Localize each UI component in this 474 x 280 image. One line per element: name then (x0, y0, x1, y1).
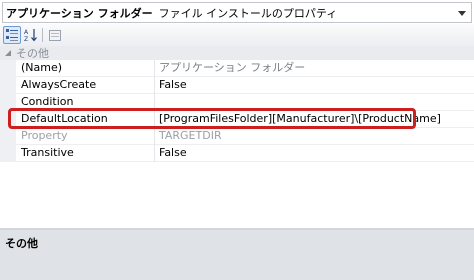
description-pane: その他 (0, 230, 474, 280)
column-divider[interactable] (154, 60, 155, 77)
property-value: TARGETDIR (159, 129, 222, 142)
property-value: アプリケーション フォルダー (159, 61, 306, 74)
row-gutter (0, 128, 16, 145)
toolbar-separator (42, 28, 43, 42)
property-row-condition[interactable]: Condition (0, 94, 474, 111)
column-divider[interactable] (154, 94, 155, 111)
collapse-triangle-icon[interactable] (0, 50, 16, 56)
row-gutter (0, 94, 16, 111)
property-row-transitive[interactable]: Transitive False (0, 145, 474, 162)
property-name: (Name) (21, 61, 63, 74)
property-row-defaultlocation[interactable]: DefaultLocation [ProgramFilesFolder][Man… (0, 111, 474, 128)
property-value: [ProgramFilesFolder][Manufacturer]\[Prod… (159, 112, 441, 125)
categorized-icon[interactable] (3, 26, 21, 44)
column-divider[interactable] (154, 111, 155, 128)
property-name: Property (21, 129, 68, 142)
object-selector[interactable]: アプリケーション フォルダー ファイル インストールのプロパティ (2, 2, 472, 23)
row-gutter (0, 111, 16, 128)
column-divider[interactable] (154, 145, 155, 162)
column-divider[interactable] (154, 128, 155, 145)
property-value: False (159, 146, 187, 159)
object-name: アプリケーション フォルダー (6, 6, 153, 20)
row-gutter (0, 77, 16, 94)
category-label: その他 (16, 47, 49, 60)
category-row[interactable]: その他 (0, 46, 474, 60)
description-title: その他 (5, 237, 38, 250)
chevron-down-icon[interactable] (457, 8, 467, 18)
column-divider[interactable] (154, 77, 155, 94)
property-row-name[interactable]: (Name) アプリケーション フォルダー (0, 60, 474, 77)
row-gutter (0, 145, 16, 162)
property-pages-icon[interactable] (46, 26, 64, 44)
property-name: AlwaysCreate (21, 78, 97, 91)
svg-text:A: A (24, 29, 29, 36)
object-type: ファイル インストールのプロパティ (158, 6, 338, 20)
property-name: DefaultLocation (21, 112, 108, 125)
property-row-alwayscreate[interactable]: AlwaysCreate False (0, 77, 474, 94)
property-row-property[interactable]: Property TARGETDIR (0, 128, 474, 145)
property-value: False (159, 78, 187, 91)
property-name: Condition (21, 95, 74, 108)
property-toolbar: A Z (0, 24, 474, 47)
sort-alphabetical-icon[interactable]: A Z (22, 26, 40, 44)
svg-text:Z: Z (24, 36, 28, 42)
row-gutter (0, 60, 16, 77)
property-name: Transitive (21, 146, 74, 159)
